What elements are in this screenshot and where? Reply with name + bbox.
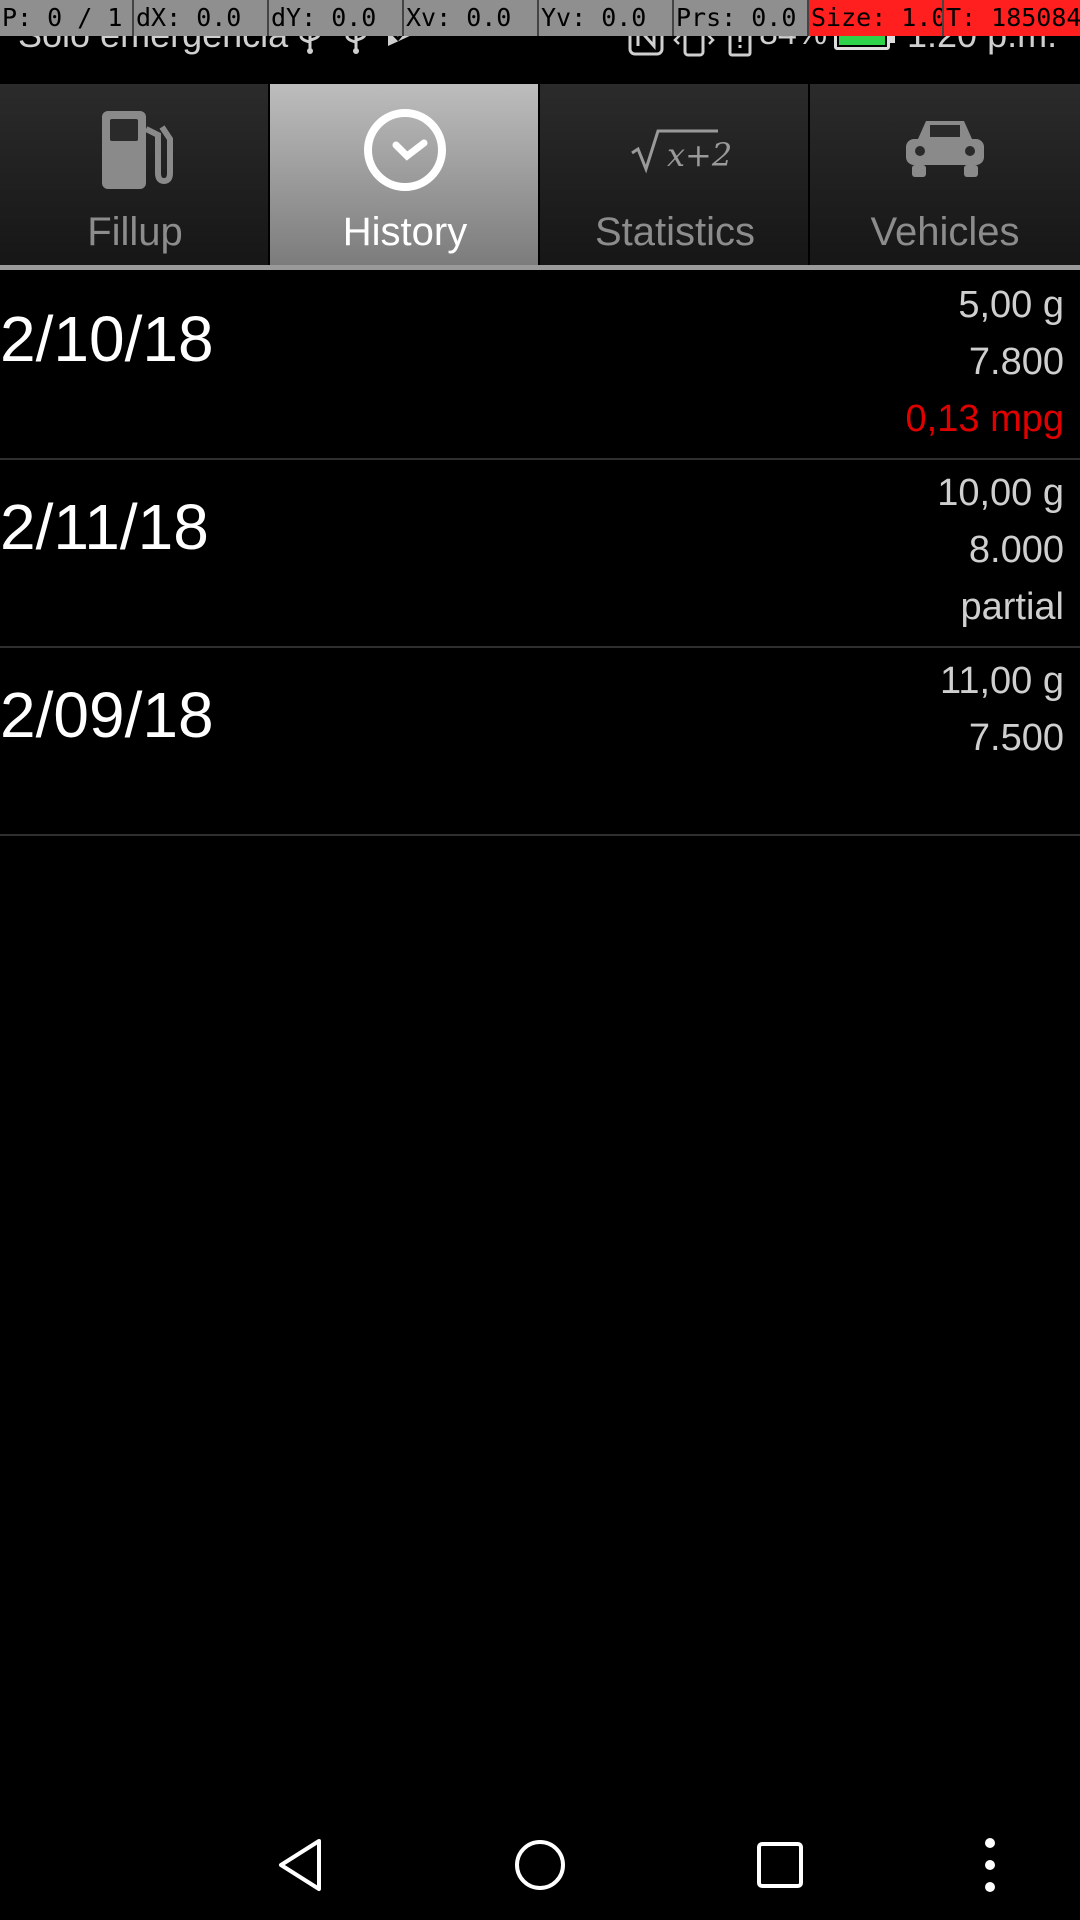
history-list: 2/10/18 5,00 g 7.800 0,13 mpg 2/11/18 10… xyxy=(0,272,1080,836)
fuel-pump-icon xyxy=(0,100,270,200)
recents-square-icon xyxy=(757,1842,803,1888)
fillup-date: 2/11/18 xyxy=(0,491,209,563)
fillup-date: 2/09/18 xyxy=(0,679,214,751)
history-row[interactable]: 2/10/18 5,00 g 7.800 0,13 mpg xyxy=(0,272,1080,460)
fuel-amount: 10,00 g xyxy=(937,472,1064,514)
fuel-amount: 11,00 g xyxy=(940,660,1064,702)
efficiency-note: 0,13 mpg xyxy=(905,398,1064,440)
back-triangle-icon xyxy=(279,1839,321,1891)
debug-yv: Yv: 0.0 xyxy=(539,0,674,36)
fuel-amount: 5,00 g xyxy=(958,284,1064,326)
home-circle-icon xyxy=(515,1840,565,1890)
overflow-menu-icon xyxy=(985,1838,995,1892)
debug-dx: dX: 0.0 xyxy=(134,0,269,36)
efficiency-note: partial xyxy=(960,586,1065,628)
pointer-debug-bar: P: 0 / 1 dX: 0.0 dY: 0.0 Xv: 0.0 Yv: 0.0… xyxy=(0,0,1080,36)
tab-vehicles[interactable]: Vehicles xyxy=(810,84,1080,265)
tab-fillup[interactable]: Fillup xyxy=(0,84,270,265)
recents-button[interactable] xyxy=(745,1830,815,1900)
navigation-bar xyxy=(0,1810,1080,1920)
debug-pointer: P: 0 / 1 xyxy=(0,0,134,36)
tab-label: Vehicles xyxy=(870,210,1020,254)
car-icon xyxy=(810,100,1080,200)
tab-label: Statistics xyxy=(594,210,756,254)
sqrt-icon: x+2 xyxy=(540,100,810,200)
clock-icon xyxy=(270,100,540,200)
debug-size: Size: 1.0 xyxy=(809,0,944,36)
history-row[interactable]: 2/11/18 10,00 g 8.000 partial xyxy=(0,460,1080,648)
debug-pressure: Prs: 0.0 xyxy=(674,0,809,36)
debug-xv: Xv: 0.0 xyxy=(404,0,539,36)
odometer: 7.500 xyxy=(968,717,1064,759)
overflow-menu-button[interactable] xyxy=(955,1830,1025,1900)
tab-bar: Fillup History x+2 Statistics Vehicles xyxy=(0,84,1080,270)
odometer: 7.800 xyxy=(968,341,1064,383)
odometer: 8.000 xyxy=(968,529,1064,571)
home-button[interactable] xyxy=(505,1830,575,1900)
tab-label: Fillup xyxy=(87,210,183,254)
fillup-date: 2/10/18 xyxy=(0,303,214,375)
tab-label: History xyxy=(342,210,468,254)
tab-statistics[interactable]: x+2 Statistics xyxy=(540,84,810,265)
tab-history[interactable]: History xyxy=(270,84,540,265)
debug-dy: dY: 0.0 xyxy=(269,0,404,36)
debug-time: T: 185084 xyxy=(944,0,1080,36)
back-button[interactable] xyxy=(265,1830,335,1900)
sqrt-expression: x+2 xyxy=(667,136,733,174)
history-row[interactable]: 2/09/18 11,00 g 7.500 xyxy=(0,648,1080,836)
